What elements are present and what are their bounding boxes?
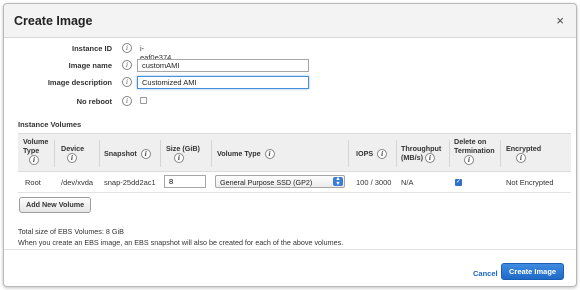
info-icon[interactable]: i (464, 155, 474, 166)
col-device: Device i (61, 144, 85, 164)
cancel-button[interactable]: Cancel (473, 269, 498, 278)
image-name-input[interactable] (137, 59, 309, 72)
col-delete-on-termination-label: Delete on Termination (454, 137, 495, 155)
table-row: Root /dev/xvda snap-25dd2ac1 General Pur… (18, 172, 571, 193)
volume-type-select[interactable]: General Purpose SSD (GP2) ▲ ▼ (215, 175, 345, 188)
cell-snapshot: snap-25dd2ac1 (104, 178, 156, 187)
cell-device: /dev/xvda (61, 178, 94, 187)
snapshot-note: When you create an EBS image, an EBS sna… (18, 238, 344, 247)
col-snapshot-label: Snapshot (104, 149, 137, 158)
close-icon[interactable]: × (556, 13, 564, 28)
chevron-updown-icon: ▲ ▼ (333, 176, 343, 186)
volume-type-select-value: General Purpose SSD (GP2) (220, 178, 313, 187)
info-icon[interactable]: i (29, 155, 39, 166)
column-divider (54, 140, 55, 167)
column-divider (99, 140, 100, 167)
col-delete-on-termination: Delete on Termination i (454, 137, 500, 166)
create-image-button[interactable]: Create Image (501, 263, 565, 280)
column-divider (211, 140, 212, 167)
add-new-volume-button[interactable]: Add New Volume (19, 197, 92, 213)
col-device-label: Device (61, 144, 85, 153)
dialog-title: Create Image (14, 14, 93, 28)
col-volume-type-label: Volume Type (23, 137, 49, 155)
info-icon[interactable]: i (516, 153, 526, 164)
col-snapshot: Snapshot i (104, 149, 151, 160)
image-name-label: Image name (68, 61, 112, 70)
col-volume-type: Volume Type i (23, 137, 51, 166)
column-divider (449, 140, 450, 167)
col-iops: IOPS i (356, 149, 388, 160)
create-image-dialog: Create Image × Instance ID i i-eaf0e374 … (3, 3, 577, 287)
info-icon[interactable]: i (140, 149, 151, 160)
col-iops-label: IOPS (356, 149, 374, 158)
image-description-input[interactable] (137, 76, 309, 89)
info-icon[interactable]: i (67, 153, 77, 164)
dialog-header: Create Image × (4, 4, 576, 38)
cell-throughput: N/A (401, 178, 414, 187)
volumes-table-header: Volume Type i Device i Snapshot i Size (… (18, 133, 571, 172)
delete-on-termination-checkbox[interactable]: ✓ (455, 179, 462, 186)
col-size: Size (GiB) i (166, 144, 200, 164)
col-encrypted: Encrypted i (506, 144, 542, 164)
col-vol-type-label: Volume Type (217, 149, 261, 158)
col-throughput: Throughput (MB/s) i (401, 144, 447, 164)
info-icon[interactable]: i (122, 60, 132, 70)
column-divider (160, 140, 161, 167)
col-size-label: Size (GiB) (166, 144, 200, 153)
column-divider (396, 140, 397, 167)
col-vol-type: Volume Type i (217, 149, 275, 160)
no-reboot-checkbox[interactable] (140, 97, 147, 104)
cell-volume-type: Root (25, 178, 41, 187)
column-divider (348, 140, 349, 167)
col-encrypted-label: Encrypted (506, 144, 542, 153)
info-icon[interactable]: i (174, 153, 184, 164)
info-icon[interactable]: i (424, 153, 435, 164)
total-size-note: Total size of EBS Volumes: 8 GiB (18, 227, 124, 236)
info-icon[interactable]: i (122, 77, 132, 87)
instance-volumes-title: Instance Volumes (18, 120, 82, 129)
cell-iops: 100 / 3000 (356, 178, 392, 187)
cell-encrypted: Not Encrypted (506, 178, 554, 187)
instance-id-label: Instance ID (71, 44, 112, 53)
size-input[interactable] (164, 175, 206, 188)
info-icon[interactable]: i (377, 149, 388, 160)
image-description-label: Image description (47, 78, 112, 87)
col-throughput-label: Throughput (MB/s) (401, 144, 442, 162)
no-reboot-label: No reboot (76, 97, 112, 106)
info-icon[interactable]: i (122, 43, 132, 53)
info-icon[interactable]: i (122, 96, 132, 106)
column-divider (500, 140, 501, 167)
footer-divider (4, 249, 576, 250)
info-icon[interactable]: i (264, 149, 275, 160)
